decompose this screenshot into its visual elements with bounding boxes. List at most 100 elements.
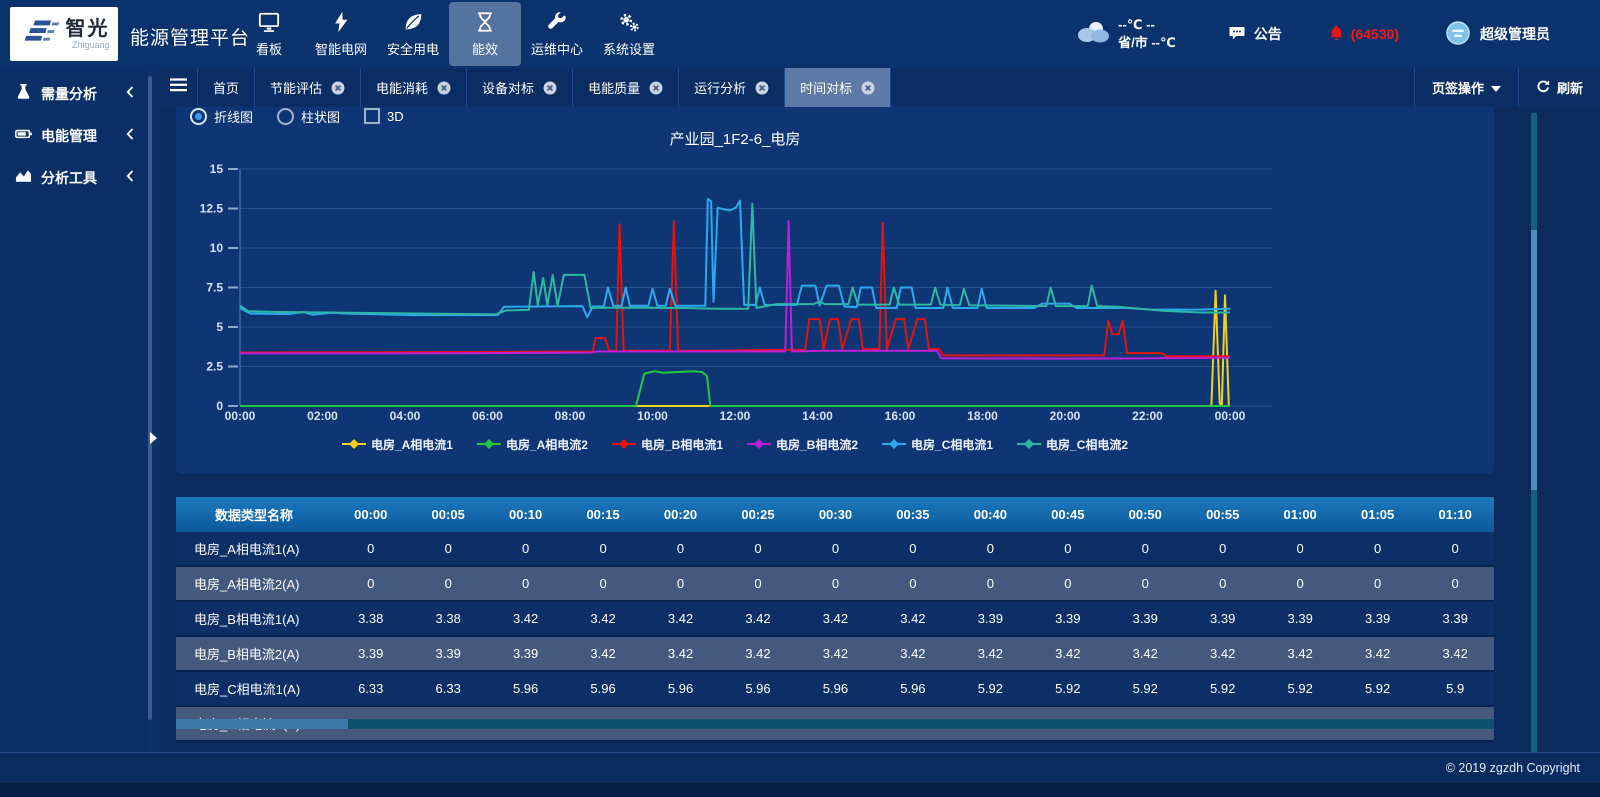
- alarm-count: (64530): [1351, 26, 1399, 42]
- row-value: 3.42: [642, 601, 719, 636]
- line-chart-radio[interactable]: 折线图: [190, 107, 253, 126]
- nav-item-能效[interactable]: 能效: [449, 2, 521, 66]
- tab-close-icon[interactable]: [437, 81, 451, 95]
- nav-item-看板[interactable]: 看板: [233, 2, 305, 66]
- nav-item-安全用电[interactable]: 安全用电: [377, 2, 449, 66]
- page-footer: © 2019 zgzdh Copyright: [0, 752, 1600, 782]
- tab-close-icon[interactable]: [755, 81, 769, 95]
- tab-电能消耗[interactable]: 电能消耗: [361, 68, 467, 107]
- tab-close-icon[interactable]: [331, 81, 345, 95]
- tab-电能质量[interactable]: 电能质量: [573, 68, 679, 107]
- row-value: 3.42: [1184, 636, 1261, 671]
- tab-close-icon[interactable]: [861, 81, 875, 95]
- nav-item-运维中心[interactable]: 运维中心: [521, 2, 593, 66]
- lightning-icon: [330, 11, 352, 33]
- chat-bubble-icon: [1228, 24, 1246, 45]
- row-value: 3.39: [1184, 601, 1261, 636]
- nav-item-系统设置[interactable]: 系统设置: [593, 2, 665, 66]
- legend-item-电房_C相电流2[interactable]: 电房_C相电流2: [1017, 436, 1128, 453]
- time-compare-line-chart: 02.557.51012.51500:0002:0004:0006:0008:0…: [176, 154, 1494, 426]
- row-value: 0: [1339, 532, 1416, 566]
- copyright-text: © 2019 zgzdh Copyright: [1446, 761, 1580, 775]
- hourglass-icon: [474, 11, 496, 33]
- table-header-time: 00:00: [332, 497, 409, 532]
- table-row: 电房_B相电流2(A)3.393.393.393.423.423.423.423…: [176, 636, 1494, 671]
- legend-item-电房_C相电流1[interactable]: 电房_C相电流1: [882, 436, 993, 453]
- row-value: 0: [1107, 532, 1184, 566]
- notice-button[interactable]: 公告: [1228, 24, 1282, 45]
- sidebar-scroll-rail[interactable]: [148, 76, 152, 720]
- table-header-time: 00:50: [1107, 497, 1184, 532]
- tab-close-icon[interactable]: [649, 81, 663, 95]
- tab-运行分析[interactable]: 运行分析: [679, 68, 785, 107]
- page-vscroll-thumb[interactable]: [1531, 230, 1537, 490]
- sidebar-item-分析工具[interactable]: 分析工具: [0, 157, 146, 199]
- row-value: 3.39: [1029, 601, 1106, 636]
- row-name: 电房_A相电流1(A): [176, 532, 332, 566]
- app-header: 智光 Zhiguang 能源管理平台 看板智能电网安全用电能效运维中心系统设置 …: [0, 0, 1600, 68]
- legend-marker-icon: [612, 438, 636, 452]
- tab-menu-button[interactable]: [160, 68, 198, 107]
- svg-text:10: 10: [210, 241, 224, 255]
- row-value: 0: [487, 532, 564, 566]
- tab-close-icon[interactable]: [543, 81, 557, 95]
- svg-text:22:00: 22:00: [1132, 409, 1163, 423]
- threed-checkbox[interactable]: 3D: [364, 108, 404, 124]
- row-value: 3.42: [952, 636, 1029, 671]
- chevron-left-icon: [126, 127, 134, 145]
- legend-item-电房_B相电流1[interactable]: 电房_B相电流1: [612, 436, 723, 453]
- svg-text:06:00: 06:00: [472, 409, 503, 423]
- energy-platform-app: 智光 Zhiguang 能源管理平台 看板智能电网安全用电能效运维中心系统设置 …: [0, 0, 1600, 797]
- svg-text:04:00: 04:00: [390, 409, 421, 423]
- tab-设备对标[interactable]: 设备对标: [467, 68, 573, 107]
- row-value: 5.92: [1339, 671, 1416, 706]
- table-hscroll-thumb[interactable]: [176, 719, 348, 729]
- row-value: 0: [719, 532, 796, 566]
- legend-label: 电房_A相电流2: [506, 436, 588, 453]
- row-value: 0: [719, 566, 796, 601]
- avatar-icon: [1445, 20, 1471, 49]
- table-header-time: 00:15: [564, 497, 641, 532]
- row-value: 0: [564, 532, 641, 566]
- chevron-left-icon: [126, 169, 134, 187]
- row-value: 0: [332, 566, 409, 601]
- row-value: 0: [1416, 566, 1494, 601]
- sidebar-item-需量分析[interactable]: 需量分析: [0, 73, 146, 115]
- table-header-time: 01:05: [1339, 497, 1416, 532]
- bar-chart-radio[interactable]: 柱状图: [277, 107, 340, 126]
- tab-operations-button[interactable]: 页签操作: [1414, 68, 1518, 107]
- row-value: 3.42: [1416, 636, 1494, 671]
- table-horizontal-scrollbar[interactable]: [176, 719, 1494, 729]
- nav-item-智能电网[interactable]: 智能电网: [305, 2, 377, 66]
- sidebar-item-电能管理[interactable]: 电能管理: [0, 115, 146, 157]
- sidebar-collapse-toggle-icon[interactable]: [150, 432, 157, 444]
- legend-item-电房_A相电流1[interactable]: 电房_A相电流1: [342, 436, 453, 453]
- logo[interactable]: 智光 Zhiguang: [10, 7, 118, 61]
- tab-label: 节能评估: [270, 78, 322, 97]
- legend-item-电房_A相电流2[interactable]: 电房_A相电流2: [477, 436, 588, 453]
- row-value: 5.92: [952, 671, 1029, 706]
- legend-marker-icon: [477, 438, 501, 452]
- table-row: 电房_B相电流1(A)3.383.383.423.423.423.423.423…: [176, 601, 1494, 636]
- weather-city: 省/市 --℃: [1118, 34, 1176, 52]
- tab-首页[interactable]: 首页: [198, 68, 255, 107]
- alarm-button[interactable]: (64530): [1328, 24, 1399, 45]
- tab-节能评估[interactable]: 节能评估: [255, 68, 361, 107]
- row-value: 3.42: [719, 601, 796, 636]
- table-header-time: 00:10: [487, 497, 564, 532]
- tab-label: 电能消耗: [376, 78, 428, 97]
- sidebar-item-label: 分析工具: [41, 168, 117, 188]
- tab-label: 电能质量: [588, 78, 640, 97]
- svg-text:10:00: 10:00: [637, 409, 668, 423]
- refresh-button[interactable]: 刷新: [1518, 68, 1600, 107]
- user-menu[interactable]: 超级管理员: [1445, 20, 1550, 49]
- legend-item-电房_B相电流2[interactable]: 电房_B相电流2: [747, 436, 858, 453]
- refresh-icon: [1536, 79, 1550, 96]
- tab-时间对标[interactable]: 时间对标: [785, 68, 891, 107]
- sidebar: 需量分析电能管理分析工具: [0, 68, 146, 781]
- table-row: 电房_A相电流2(A)000000000000000: [176, 566, 1494, 601]
- weather-temp: --℃ --: [1118, 16, 1176, 34]
- chart-panel: 折线图 柱状图 3D 产业园_1F2-6_电房 02.557.51012.515…: [176, 102, 1494, 474]
- row-value: 0: [332, 532, 409, 566]
- nav-item-label: 运维中心: [531, 39, 583, 58]
